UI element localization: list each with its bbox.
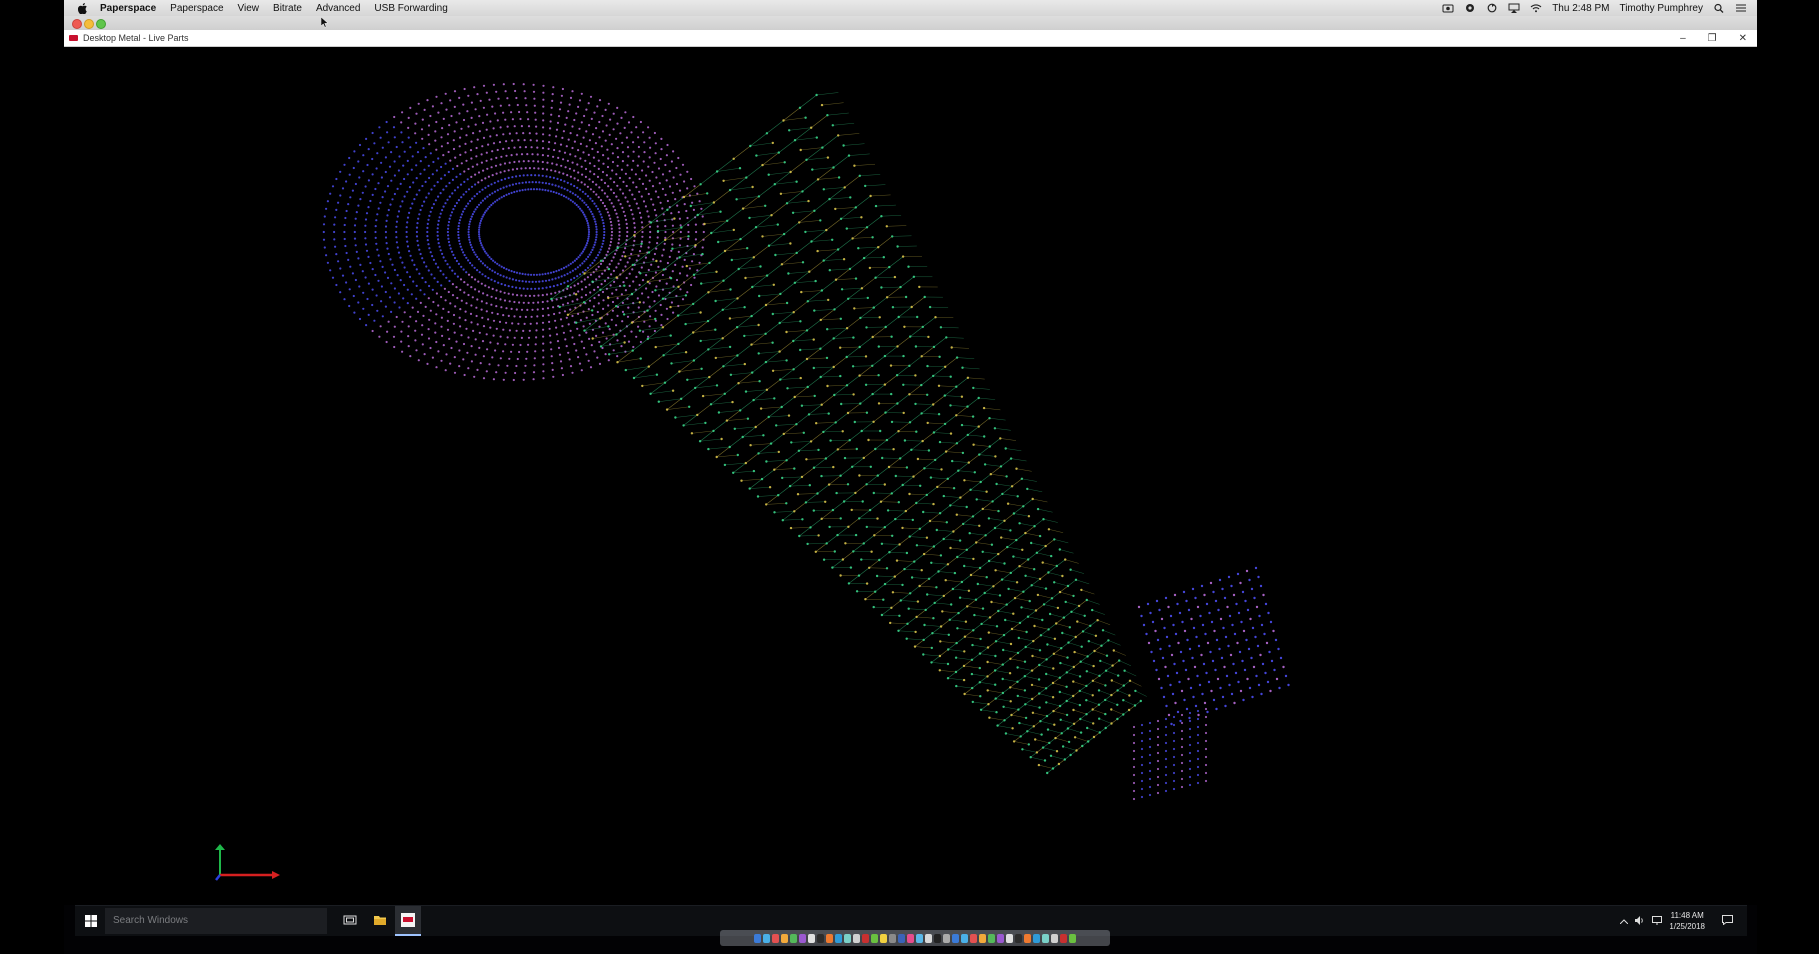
dock-app-icon[interactable]: [790, 933, 797, 943]
dock-app-icon[interactable]: [988, 933, 995, 943]
task-view-icon[interactable]: [343, 914, 357, 926]
mac-dock: [720, 930, 1110, 946]
taskbar-app-desktop-metal[interactable]: [395, 906, 421, 936]
mac-zoom-button[interactable]: [96, 19, 106, 29]
menu-advanced[interactable]: Advanced: [316, 3, 360, 14]
mouse-cursor-icon: [321, 17, 329, 28]
dock-app-icon[interactable]: [844, 933, 851, 943]
dock-app-icon[interactable]: [952, 933, 959, 943]
wifi-icon[interactable]: [1530, 3, 1542, 13]
dock-app-icon[interactable]: [781, 933, 788, 943]
dock-app-icon[interactable]: [817, 933, 824, 943]
menu-view[interactable]: View: [238, 3, 260, 14]
dock-app-icon[interactable]: [1069, 933, 1076, 943]
mac-menu-bar: Paperspace Paperspace View Bitrate Advan…: [64, 0, 1757, 17]
lattice-part-render[interactable]: [64, 47, 1757, 905]
action-center-icon[interactable]: [1722, 915, 1733, 927]
taskbar-date: 1/25/2018: [1669, 922, 1705, 931]
sync-icon[interactable]: [1486, 3, 1498, 13]
lattice-end-block: [1132, 566, 1290, 801]
mac-window-toolbar: [64, 16, 1757, 30]
minimize-button[interactable]: –: [1680, 33, 1686, 44]
cloud-icon[interactable]: [1464, 3, 1476, 13]
dock-app-icon[interactable]: [1015, 933, 1022, 943]
dock-app-icon[interactable]: [826, 933, 833, 943]
dock-app-icon[interactable]: [997, 933, 1004, 943]
airplay-icon[interactable]: [1508, 3, 1520, 13]
tray-overflow-icon[interactable]: [1620, 916, 1629, 926]
apple-icon[interactable]: [78, 2, 88, 14]
menu-bitrate[interactable]: Bitrate: [273, 3, 302, 14]
dock-app-icon[interactable]: [835, 933, 842, 943]
mac-minimize-button[interactable]: [84, 19, 94, 29]
screen-record-icon[interactable]: [1442, 3, 1454, 13]
mac-close-button[interactable]: [72, 19, 82, 29]
dock-app-icon[interactable]: [763, 933, 770, 943]
dock-app-icon[interactable]: [943, 933, 950, 943]
dock-app-icon[interactable]: [880, 933, 887, 943]
dock-app-icon[interactable]: [1024, 933, 1031, 943]
spotlight-search-icon[interactable]: [1713, 3, 1725, 13]
menu-paperspace[interactable]: Paperspace: [170, 3, 223, 14]
file-explorer-icon[interactable]: [373, 914, 387, 926]
menu-app-paperspace[interactable]: Paperspace: [100, 3, 156, 14]
dock-app-icon[interactable]: [979, 933, 986, 943]
dock-app-icon[interactable]: [925, 933, 932, 943]
restore-button[interactable]: ❐: [1708, 33, 1717, 44]
menu-status-area: Thu 2:48 PM Timothy Pumphrey: [1442, 0, 1747, 16]
system-tray: 11:48 AM 1/25/2018: [1620, 906, 1733, 936]
dock-app-icon[interactable]: [853, 933, 860, 943]
axis-x-arrow: [272, 871, 280, 879]
app-title-bar: Desktop Metal - Live Parts – ❐ ✕: [64, 30, 1757, 47]
taskbar-time: 11:48 AM: [1670, 911, 1704, 920]
menu-usb-forwarding[interactable]: USB Forwarding: [374, 3, 447, 14]
dock-app-icon[interactable]: [808, 933, 815, 943]
dock-app-icon[interactable]: [970, 933, 977, 943]
volume-icon[interactable]: [1635, 915, 1645, 927]
notification-center-icon[interactable]: [1735, 3, 1747, 13]
dock-app-icon[interactable]: [1042, 933, 1049, 943]
desktop-metal-app-icon: [69, 35, 78, 41]
axis-gizmo: [215, 844, 280, 881]
lattice-arm-section: [550, 92, 1147, 775]
dock-app-icon[interactable]: [799, 933, 806, 943]
taskbar-clock[interactable]: 11:48 AM 1/25/2018: [1669, 910, 1705, 932]
dock-app-icon[interactable]: [871, 933, 878, 943]
window-controls: – ❐ ✕: [1680, 30, 1747, 46]
dock-app-icon[interactable]: [754, 933, 761, 943]
axis-z-line: [215, 874, 221, 881]
dock-app-icon[interactable]: [1033, 933, 1040, 943]
dock-app-icon[interactable]: [1051, 933, 1058, 943]
lattice-mesh: [322, 82, 1290, 801]
window-title: Desktop Metal - Live Parts: [83, 33, 189, 43]
dock-app-icon[interactable]: [1006, 933, 1013, 943]
desktop-metal-taskbar-icon: [401, 913, 415, 927]
dock-app-icon[interactable]: [772, 933, 779, 943]
windows-start-icon[interactable]: [85, 915, 97, 927]
axis-y-arrow: [215, 844, 225, 850]
dock-app-icon[interactable]: [916, 933, 923, 943]
dock-app-icon[interactable]: [934, 933, 941, 943]
3d-lattice-viewport[interactable]: [64, 47, 1757, 905]
close-button[interactable]: ✕: [1739, 33, 1747, 44]
dock-app-icon[interactable]: [1060, 933, 1067, 943]
dock-app-icon[interactable]: [862, 933, 869, 943]
network-icon[interactable]: [1652, 915, 1663, 927]
menubar-clock[interactable]: Thu 2:48 PM: [1552, 3, 1609, 14]
dock-app-icon[interactable]: [898, 933, 905, 943]
lattice-ring-section: [322, 82, 705, 382]
taskbar-search-input[interactable]: Search Windows: [105, 908, 327, 934]
dock-app-icon[interactable]: [907, 933, 914, 943]
menubar-user[interactable]: Timothy Pumphrey: [1619, 3, 1703, 14]
dock-app-icon[interactable]: [961, 933, 968, 943]
dock-app-icon[interactable]: [889, 933, 896, 943]
